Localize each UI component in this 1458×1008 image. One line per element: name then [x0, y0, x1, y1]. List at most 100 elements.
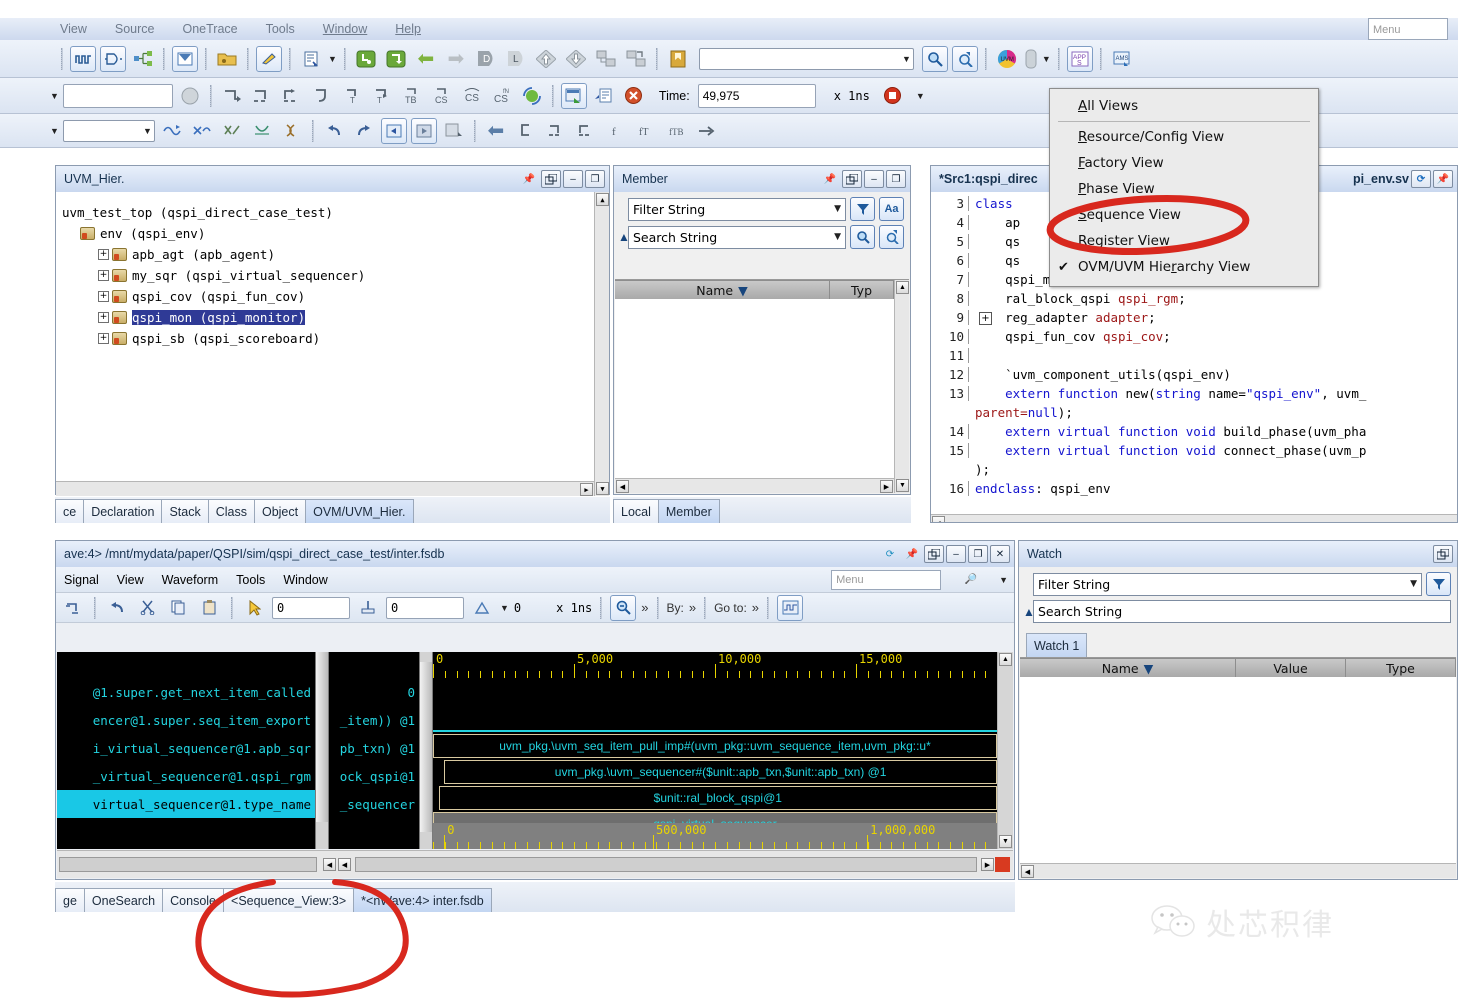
maximize-icon[interactable]: ❐: [968, 545, 988, 563]
document-trace-icon[interactable]: [298, 46, 324, 72]
menu-item-window[interactable]: Window: [323, 22, 367, 36]
hier-tree-node[interactable]: + qspi_cov (qspi_fun_cov): [56, 286, 609, 307]
nwave-menu-window[interactable]: Window: [283, 573, 327, 587]
edit-pencil-icon[interactable]: [256, 45, 282, 72]
global-menu-box[interactable]: Menu: [1368, 18, 1448, 40]
nav-right-icon[interactable]: [693, 118, 719, 144]
search-next-button[interactable]: [879, 225, 904, 249]
collapse-caret-icon[interactable]: ▲: [1023, 605, 1035, 619]
collapse-caret-icon[interactable]: ▲: [618, 230, 630, 244]
reload-green-icon[interactable]: [519, 83, 545, 109]
code-fold-expander[interactable]: +: [979, 312, 992, 325]
toolbar-chevron-3[interactable]: »: [752, 600, 759, 615]
member-tabstrip[interactable]: Local Member: [613, 497, 911, 523]
waveform-time-ruler-bottom[interactable]: 0 500,000 1,000,000: [433, 823, 997, 849]
run-to-tb-icon[interactable]: T: [369, 83, 395, 109]
chevron-down-icon[interactable]: ▼: [916, 91, 925, 101]
code-line[interactable]: 16 endclass: qspi_env: [931, 479, 1457, 498]
tab-object[interactable]: Object: [253, 499, 307, 523]
nwave-menubar[interactable]: Signal View Waveform Tools Window Menu 🔎 ▼: [56, 567, 1014, 593]
nwave-menu-signal[interactable]: Signal: [64, 573, 99, 587]
search-next-icon[interactable]: [951, 45, 978, 72]
menu-item-factory-view[interactable]: Factory View: [1050, 150, 1318, 176]
hier-tree-node[interactable]: + qspi_sb (qspi_scoreboard): [56, 328, 609, 349]
hier-tree[interactable]: uvm_test_top (qspi_direct_case_test) env …: [56, 192, 609, 496]
waveform-transaction[interactable]: uvm_pkg.\uvm_sequencer#($unit::apb_txn,$…: [444, 760, 997, 784]
tab-sequence-view-3[interactable]: <Sequence_View:3>: [223, 888, 355, 912]
uvm-icon[interactable]: UVM: [994, 46, 1020, 72]
waveform-signal-name[interactable]: encer@1.super.seq_item_export: [57, 706, 315, 734]
redo-icon[interactable]: [351, 118, 377, 144]
menu-item-source[interactable]: Source: [115, 22, 155, 36]
scroll-down-arrow-icon[interactable]: ▼: [596, 482, 609, 495]
menu-item-tools[interactable]: Tools: [266, 22, 295, 36]
menu-item-register-view[interactable]: Register View: [1050, 228, 1318, 254]
member-filter-input[interactable]: Filter String ▼: [628, 197, 846, 221]
delta-icon[interactable]: [469, 595, 495, 621]
trace-x-icon[interactable]: [219, 118, 245, 144]
bottom-tabstrip[interactable]: ge OneSearch Console <Sequence_View:3> *<nWa…: [55, 882, 1015, 912]
nav-bracket-left-icon[interactable]: [513, 118, 539, 144]
refresh-icon[interactable]: ⟳: [1411, 170, 1431, 188]
open-window-icon[interactable]: [560, 82, 587, 109]
waveform-transaction[interactable]: $unit::ral_block_qspi@1: [438, 786, 997, 810]
run-to-time-icon[interactable]: T: [339, 83, 365, 109]
bookmark-icon[interactable]: [665, 46, 691, 72]
undock-icon[interactable]: [541, 170, 561, 188]
tab-ovm-uvm-hier[interactable]: OVM/UVM_Hier.: [305, 499, 414, 523]
toolbar-overflow-caret-icon[interactable]: ▼: [50, 126, 59, 136]
tree-expander-icon[interactable]: +: [98, 291, 109, 302]
trace-driver-icon[interactable]: [159, 118, 185, 144]
trace-any-icon[interactable]: [249, 118, 275, 144]
undo-icon[interactable]: [104, 595, 130, 621]
tab-member[interactable]: Member: [657, 499, 720, 523]
source-horizontal-scrollbar[interactable]: ◀: [931, 514, 1457, 522]
chevron-down-icon[interactable]: ▼: [1410, 579, 1417, 589]
toolbar-overflow-caret-icon[interactable]: ▼: [50, 91, 59, 101]
member-search-input[interactable]: Search String ▼: [628, 225, 846, 249]
chevron-down-icon[interactable]: ▼: [143, 126, 152, 136]
open-folder-icon[interactable]: [214, 46, 240, 72]
tab-console[interactable]: Console: [162, 888, 225, 912]
menu-item-view[interactable]: View: [60, 22, 87, 36]
scroll-up-arrow-icon[interactable]: ▲: [999, 653, 1012, 666]
watch-column-value[interactable]: Value: [1236, 659, 1346, 677]
member-horizontal-scrollbar[interactable]: ◀ ▶: [615, 478, 894, 493]
hier-tree-node[interactable]: + my_sqr (qspi_virtual_sequencer): [56, 265, 609, 286]
search-scope-combo[interactable]: ▼: [698, 47, 914, 70]
chevron-down-icon[interactable]: ▼: [999, 575, 1008, 585]
cut-icon[interactable]: [135, 595, 161, 621]
waveform-vertical-scrollbar[interactable]: ▲ ▼: [997, 652, 1013, 849]
hier-vertical-scrollbar[interactable]: ▲ ▼: [594, 192, 609, 496]
refresh-icon[interactable]: ⟳: [880, 545, 900, 563]
chevron-down-icon[interactable]: ▼: [1042, 54, 1051, 64]
scroll-down-arrow-icon[interactable]: ▼: [999, 835, 1012, 848]
nav-left-icon[interactable]: ⬅: [483, 118, 509, 144]
scroll-left-arrow-icon[interactable]: ◀: [616, 480, 629, 493]
code-line[interactable]: 12 `uvm_component_utils(qspi_env): [931, 365, 1457, 384]
menu-item-phase-view[interactable]: Phase View: [1050, 176, 1318, 202]
scroll-left-arrow-icon[interactable]: ◀: [323, 858, 336, 871]
waveform-transaction[interactable]: uvm_pkg.\uvm_seq_item_pull_imp#(uvm_pkg:…: [433, 734, 997, 758]
step-over-icon[interactable]: [383, 46, 409, 72]
restart-cs-icon[interactable]: CS: [459, 83, 485, 109]
copy-icon[interactable]: [166, 595, 192, 621]
menu-item-sequence-view[interactable]: Sequence View: [1050, 202, 1318, 228]
restore-layout-icon[interactable]: [60, 595, 86, 621]
search-button[interactable]: [850, 225, 875, 249]
bookmark-jump-icon[interactable]: [441, 118, 467, 144]
ams-icon[interactable]: AMS: [1109, 46, 1135, 72]
waveform-body[interactable]: @1.super.get_next_item_called encer@1.sup…: [57, 652, 1013, 849]
minimize-icon[interactable]: –: [563, 170, 583, 188]
watch-search-input[interactable]: Search String: [1033, 600, 1451, 623]
marker-icon[interactable]: [355, 595, 381, 621]
tab-onesearch[interactable]: OneSearch: [83, 888, 164, 912]
menu-item-resource-config-view[interactable]: Resource/Config View: [1050, 124, 1318, 150]
nwave-toolbar[interactable]: 0 0 ▼ 0 x 1ns » By: » Go to: »: [56, 593, 1014, 623]
back-arrow-icon[interactable]: ⬅: [413, 46, 439, 72]
pin-icon[interactable]: 📌: [1433, 170, 1453, 188]
tab-nwave-4-inter-fsdb[interactable]: *<nWave:4> inter.fsdb: [353, 888, 492, 912]
cursor-marker-icon[interactable]: [241, 595, 267, 621]
waveform-signal-name[interactable]: virtual_sequencer@1.type_name: [57, 790, 315, 818]
code-line[interactable]: );: [931, 460, 1457, 479]
